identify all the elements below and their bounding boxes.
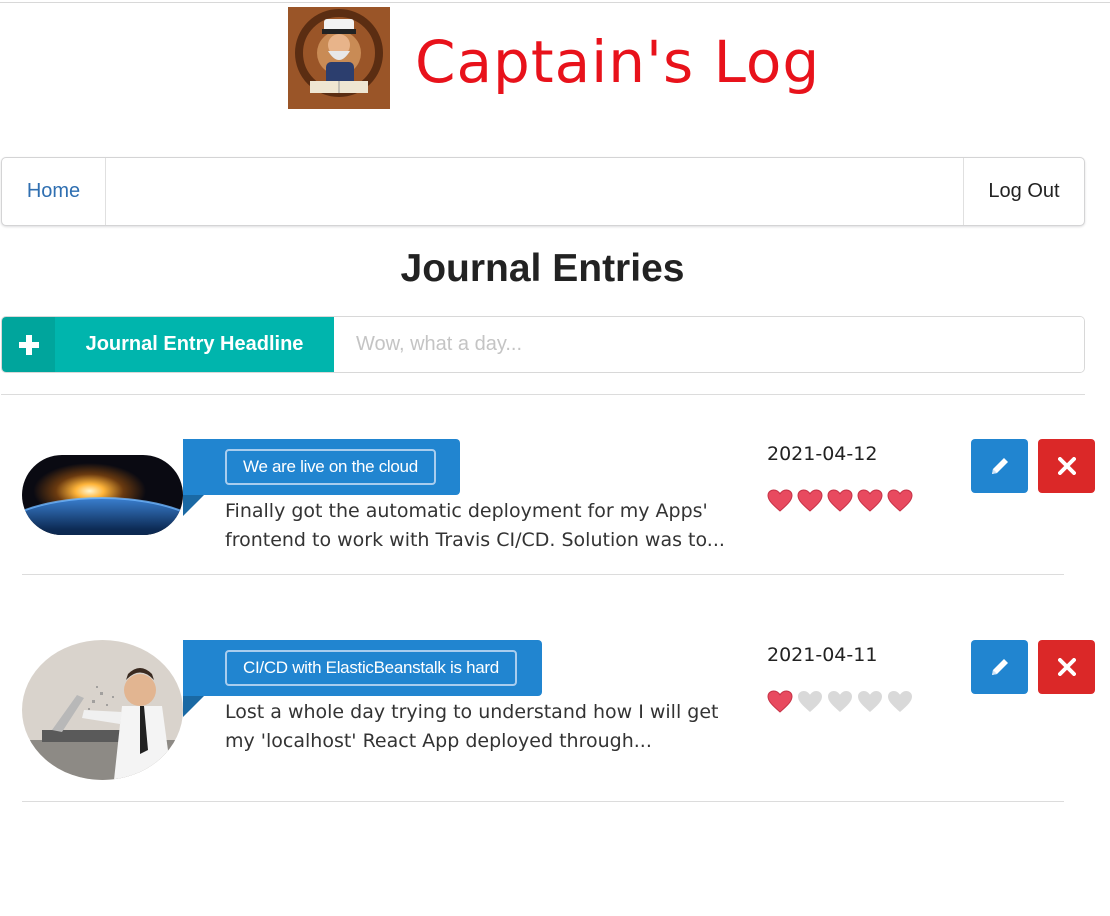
heart-icon[interactable] — [767, 489, 793, 513]
section-divider — [1, 394, 1085, 395]
journal-entry: CI/CD with ElasticBeanstalk is hard Lost… — [0, 640, 1110, 780]
entry-headline-button[interactable]: CI/CD with ElasticBeanstalk is hard — [225, 650, 517, 686]
heart-icon[interactable] — [857, 690, 883, 714]
rating-hearts[interactable] — [767, 489, 913, 513]
new-entry-bar: Journal Entry Headline — [1, 316, 1085, 373]
entry-divider — [22, 801, 1064, 802]
entry-date: 2021-04-12 — [767, 443, 878, 465]
heart-icon[interactable] — [887, 489, 913, 513]
heart-icon[interactable] — [797, 489, 823, 513]
close-icon — [1057, 457, 1076, 475]
edit-entry-button[interactable] — [971, 439, 1028, 493]
entry-image — [22, 455, 183, 535]
ribbon-fold — [183, 696, 204, 717]
add-entry-button[interactable] — [2, 317, 55, 372]
heart-icon[interactable] — [887, 690, 913, 714]
heart-icon[interactable] — [797, 690, 823, 714]
page-title: Journal Entries — [400, 247, 685, 290]
entry-date: 2021-04-11 — [767, 644, 878, 666]
app-title: Captain's Log — [415, 28, 821, 96]
delete-entry-button[interactable] — [1038, 439, 1095, 493]
top-navbar: Home Log Out — [1, 157, 1085, 226]
heart-icon[interactable] — [827, 489, 853, 513]
entry-headline-button[interactable]: We are live on the cloud — [225, 449, 436, 485]
headline-ribbon: We are live on the cloud — [183, 439, 460, 495]
headline-ribbon: CI/CD with ElasticBeanstalk is hard — [183, 640, 542, 696]
pencil-icon — [991, 458, 1008, 474]
ribbon-fold — [183, 495, 204, 516]
entry-divider — [22, 574, 1064, 575]
headline-input[interactable] — [334, 317, 1084, 372]
top-border — [0, 2, 1110, 3]
plus-icon — [18, 334, 39, 355]
delete-entry-button[interactable] — [1038, 640, 1095, 694]
headline-label: Journal Entry Headline — [55, 317, 334, 372]
pencil-icon — [991, 659, 1008, 675]
captain-logo-image — [288, 7, 390, 109]
nav-logout-link[interactable]: Log Out — [963, 158, 1084, 225]
heart-icon[interactable] — [767, 690, 793, 714]
close-icon — [1057, 658, 1076, 676]
rating-hearts[interactable] — [767, 690, 913, 714]
heart-icon[interactable] — [857, 489, 883, 513]
nav-home-link[interactable]: Home — [2, 158, 106, 225]
entry-image — [22, 640, 183, 780]
entry-excerpt: Finally got the automatic deployment for… — [225, 500, 725, 551]
edit-entry-button[interactable] — [971, 640, 1028, 694]
journal-entry: We are live on the cloud Finally got the… — [0, 439, 1110, 579]
entry-excerpt: Lost a whole day trying to understand ho… — [225, 701, 719, 752]
heart-icon[interactable] — [827, 690, 853, 714]
